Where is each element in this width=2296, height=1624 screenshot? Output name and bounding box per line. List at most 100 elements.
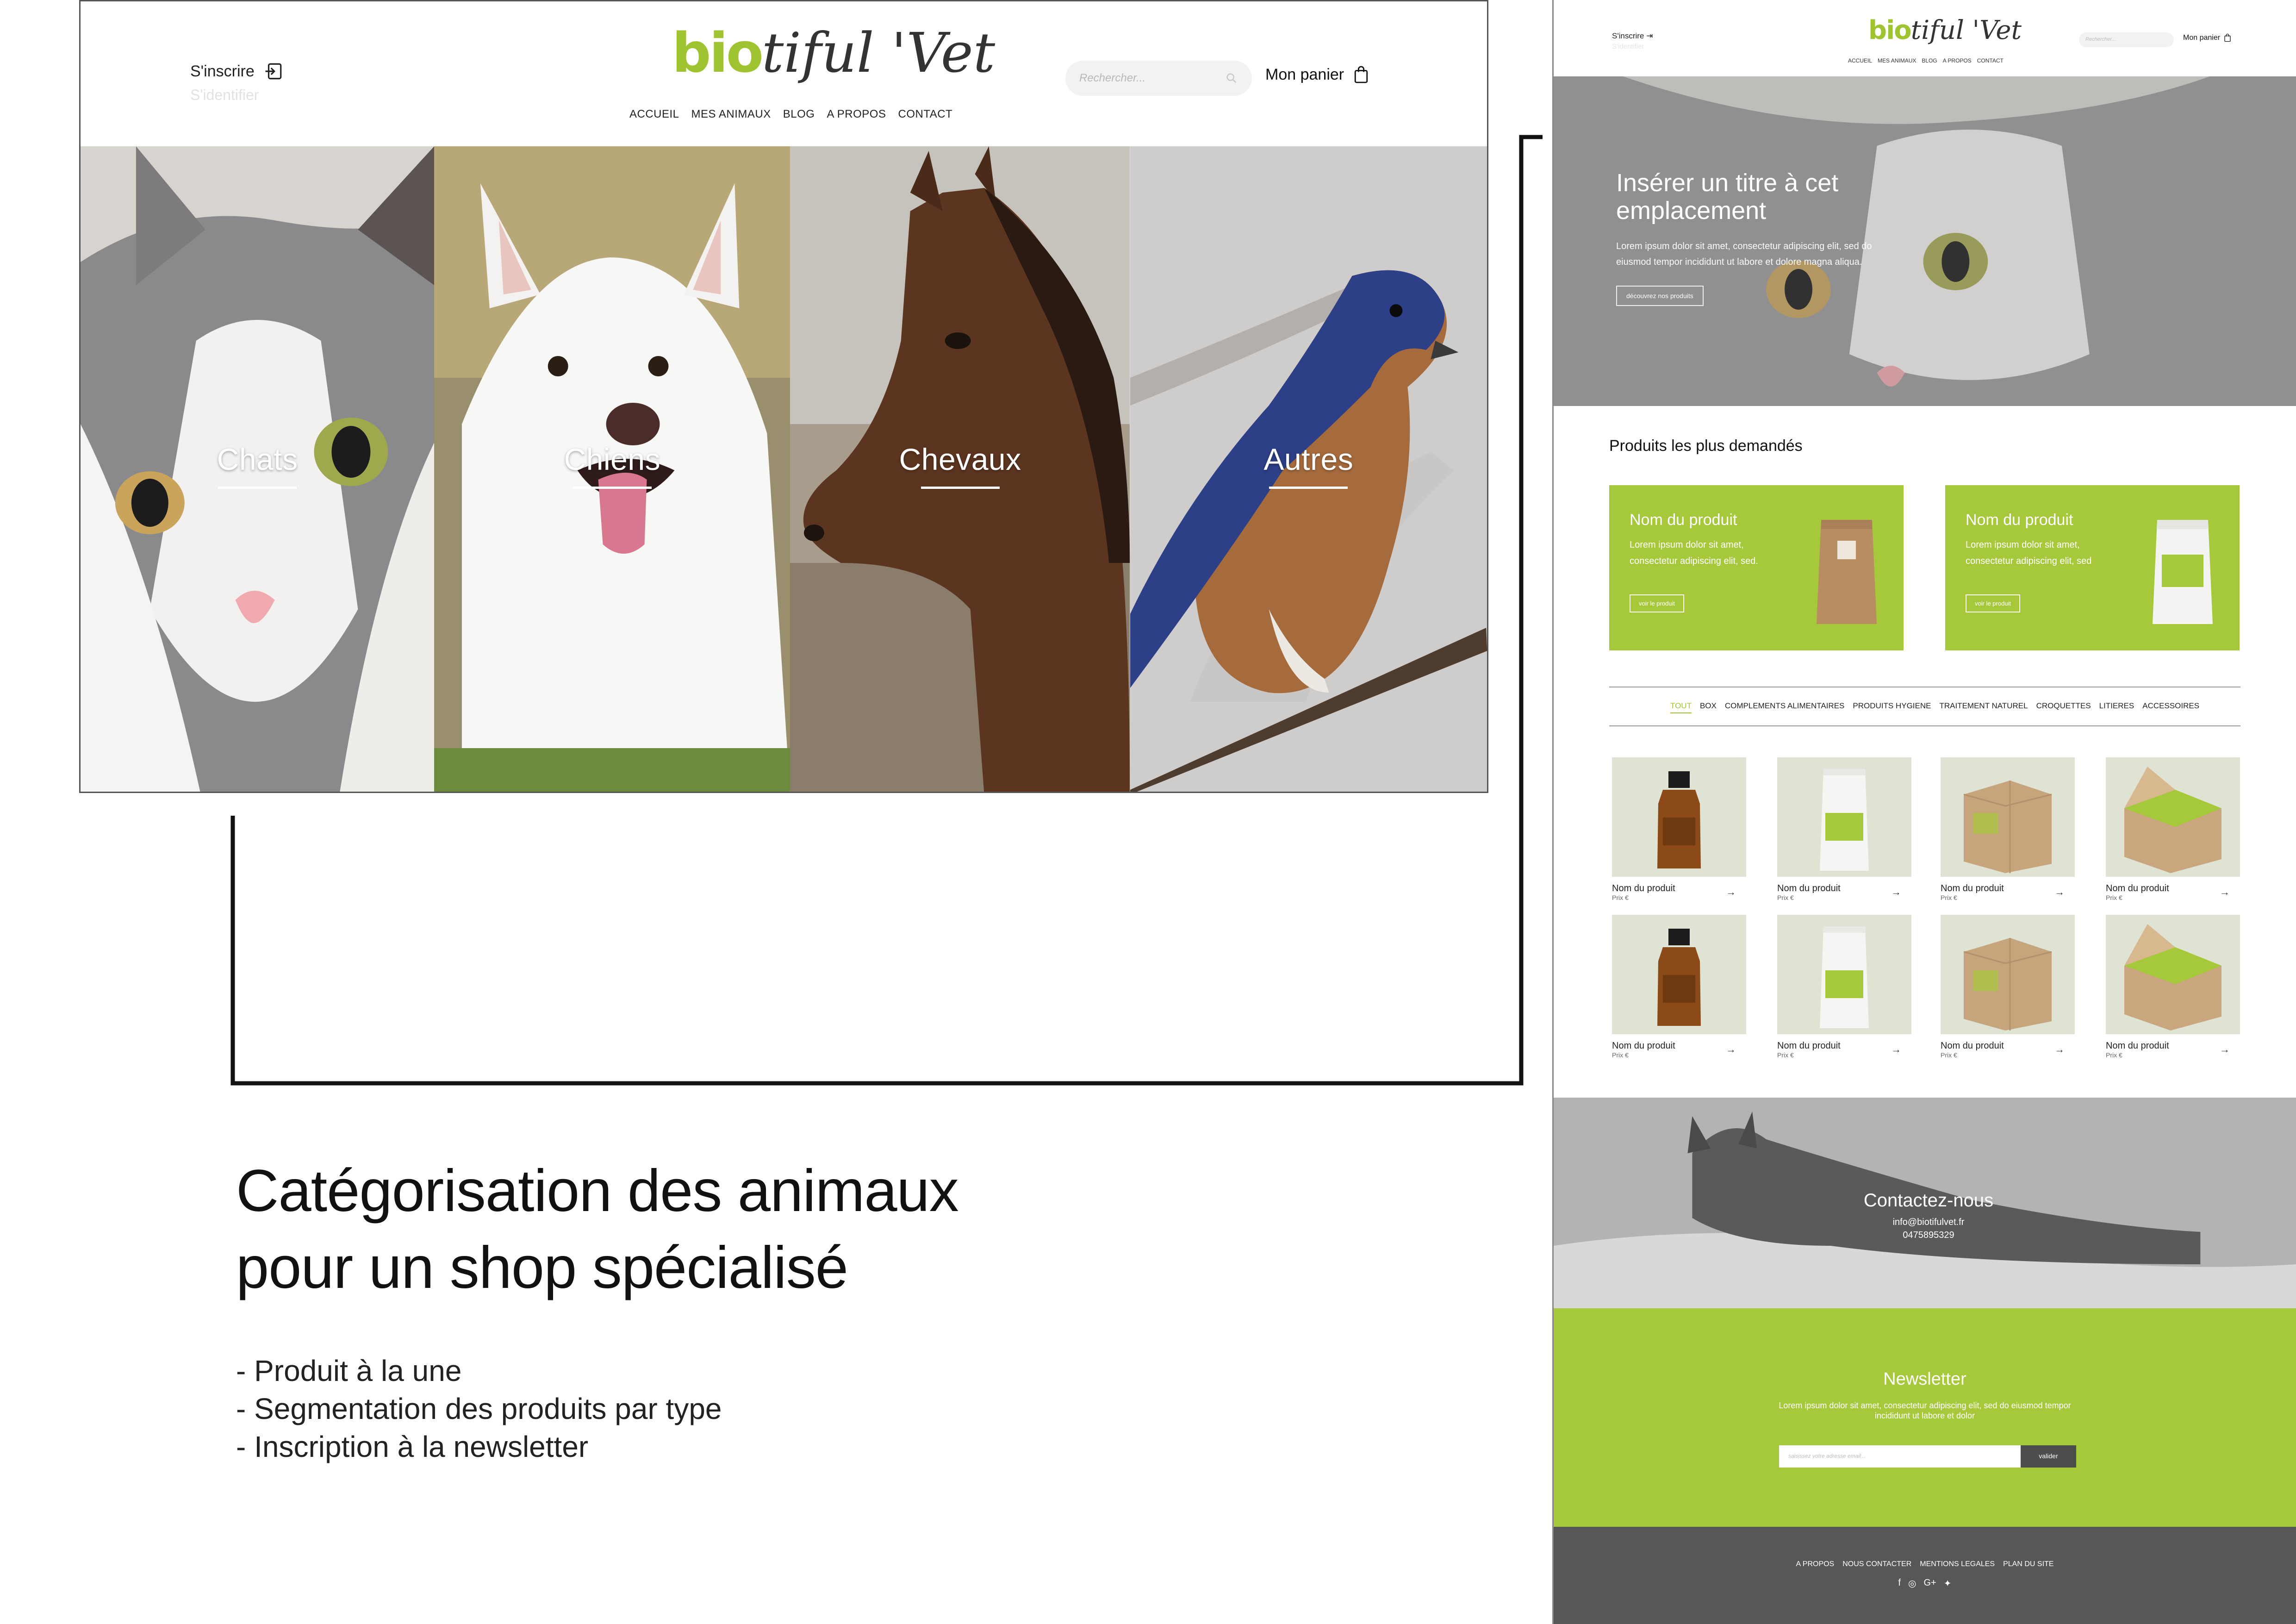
- tab-box[interactable]: BOX: [1700, 701, 1717, 713]
- twitter-icon[interactable]: ✦: [1944, 1578, 1952, 1589]
- brand-logo[interactable]: biotiful 'Vet: [1868, 18, 2022, 44]
- product-image: [1612, 757, 1746, 877]
- signup-link[interactable]: S'inscrire: [190, 62, 283, 81]
- view-product-button[interactable]: voir le produit: [1966, 594, 2021, 612]
- social-links: f ◎ G+ ✦: [1554, 1578, 2296, 1589]
- nav-item-a-propos[interactable]: A PROPOS: [827, 108, 886, 121]
- newsletter-submit-button[interactable]: valider: [2021, 1445, 2076, 1468]
- bottle-image: [1612, 915, 1746, 1034]
- full-page-mockup: S'inscrire ⇥ S'identifier biotiful 'Vet …: [1552, 0, 2296, 1624]
- category-underline: [218, 487, 297, 489]
- category-tile-chevaux[interactable]: Chevaux: [790, 146, 1130, 792]
- contact-email[interactable]: info@biotifulvet.fr: [1893, 1217, 1965, 1227]
- footer-links: A PROPOS NOUS CONTACTER MENTIONS LEGALES…: [1554, 1560, 2296, 1568]
- category-tile-autres[interactable]: Autres: [1130, 146, 1487, 792]
- product-image: [1941, 915, 2075, 1034]
- contact-phone[interactable]: 0475895329: [1903, 1230, 1954, 1240]
- arrow-right-icon[interactable]: →: [2220, 1043, 2230, 1056]
- featured-product-card[interactable]: Nom du produit Lorem ipsum dolor sit ame…: [1945, 485, 2240, 650]
- product-image: [1941, 757, 2075, 877]
- nav-item-blog[interactable]: BLOG: [783, 108, 815, 121]
- view-product-button[interactable]: voir le produit: [1630, 594, 1685, 612]
- search-icon[interactable]: [1225, 72, 1238, 85]
- cart-label: Mon panier: [1265, 65, 1344, 83]
- category-underline: [921, 487, 1000, 489]
- category-tile-chats[interactable]: Chats: [81, 146, 435, 792]
- product-image: [1777, 757, 1911, 877]
- arrow-right-icon[interactable]: →: [2220, 886, 2230, 898]
- category-tile-chiens[interactable]: Chiens: [434, 146, 790, 792]
- signin-icon: [265, 63, 282, 80]
- featured-product-card[interactable]: Nom du produit Lorem ipsum dolor sit ame…: [1609, 485, 1904, 650]
- logo-green-part: bio: [672, 21, 764, 85]
- tab-accessoires[interactable]: ACCESSOIRES: [2142, 701, 2199, 713]
- caption-bullet: - Inscription à la newsletter: [236, 1430, 589, 1463]
- product-card[interactable]: Nom du produit Prix € →: [1777, 757, 1911, 901]
- arrow-right-icon[interactable]: →: [1726, 886, 1736, 898]
- product-card[interactable]: Nom du produit Prix € →: [2106, 915, 2240, 1059]
- tab-tout[interactable]: TOUT: [1670, 701, 1692, 713]
- arrow-right-icon[interactable]: →: [2054, 886, 2065, 898]
- tab-complements[interactable]: COMPLEMENTS ALIMENTAIRES: [1725, 701, 1845, 713]
- featured-product-name: Nom du produit: [1966, 511, 2073, 529]
- hero-description: Lorem ipsum dolor sit amet, consectetur …: [1616, 241, 1872, 267]
- login-link[interactable]: S'identifier: [1612, 43, 1653, 50]
- product-image: [1777, 915, 1911, 1034]
- page-header: S'inscrire ⇥ S'identifier biotiful 'Vet …: [1554, 0, 2296, 76]
- main-nav: ACCUEIL MES ANIMAUX BLOG A PROPOS CONTAC…: [1848, 57, 2004, 64]
- project-caption: Catégorisation des animaux pour un shop …: [236, 1153, 959, 1466]
- hero-cta-button[interactable]: découvrez nos produits: [1616, 286, 1704, 306]
- nav-item-mes-animaux[interactable]: MES ANIMAUX: [1878, 57, 1916, 64]
- auth-links: S'inscrire ⇥ S'identifier: [1612, 31, 1653, 50]
- footer-link-a-propos[interactable]: A PROPOS: [1796, 1560, 1835, 1568]
- footer-link-plan[interactable]: PLAN DU SITE: [2003, 1560, 2053, 1568]
- instagram-icon[interactable]: ◎: [1908, 1578, 1916, 1589]
- nav-item-blog[interactable]: BLOG: [1922, 57, 1937, 64]
- hero-banner: Insérer un titre à cet emplacement Lorem…: [1554, 76, 2296, 406]
- product-card[interactable]: Nom du produit Prix € →: [2106, 757, 2240, 901]
- product-card[interactable]: Nom du produit Prix € →: [1941, 757, 2075, 901]
- nav-item-a-propos[interactable]: A PROPOS: [1943, 57, 1972, 64]
- search-input[interactable]: Rechercher...: [1065, 61, 1252, 96]
- nav-item-accueil[interactable]: ACCUEIL: [629, 108, 679, 121]
- tab-hygiene[interactable]: PRODUITS HYGIENE: [1853, 701, 1931, 713]
- cart-button[interactable]: Mon panier: [1265, 65, 1369, 84]
- newsletter-email-field[interactable]: saisissez votre adresse email...: [1779, 1445, 2021, 1468]
- cart-label: Mon panier: [2183, 33, 2221, 42]
- brand-logo[interactable]: biotiful 'Vet: [672, 25, 995, 80]
- product-card[interactable]: Nom du produit Prix € →: [1777, 915, 1911, 1059]
- page-footer: A PROPOS NOUS CONTACTER MENTIONS LEGALES…: [1554, 1527, 2296, 1624]
- contact-text: Contactez-nous info@biotifulvet.fr 047589…: [1651, 1190, 2206, 1242]
- nav-item-contact[interactable]: CONTACT: [1977, 57, 2004, 64]
- tab-traitement[interactable]: TRAITEMENT NATUREL: [1939, 701, 2028, 713]
- footer-link-nous-contacter[interactable]: NOUS CONTACTER: [1842, 1560, 1911, 1568]
- search-input[interactable]: Rechercher...: [2079, 32, 2174, 47]
- white-pouch-image: [2153, 520, 2213, 624]
- category-label: Chevaux: [899, 442, 1021, 476]
- nav-item-accueil[interactable]: ACCUEIL: [1848, 57, 1872, 64]
- category-mockup: S'inscrire S'identifier biotiful 'Vet AC…: [79, 0, 1488, 793]
- signup-link[interactable]: S'inscrire ⇥: [1612, 31, 1653, 41]
- product-card[interactable]: Nom du produit Prix € →: [1612, 757, 1746, 901]
- product-image: [2106, 757, 2240, 877]
- product-card[interactable]: Nom du produit Prix € →: [1612, 915, 1746, 1059]
- newsletter-text: Lorem ipsum dolor sit amet, consectetur …: [1779, 1401, 2071, 1420]
- google-plus-icon[interactable]: G+: [1924, 1578, 1936, 1589]
- box-image: [1941, 757, 2075, 877]
- arrow-right-icon[interactable]: →: [1726, 1043, 1736, 1056]
- cart-button[interactable]: Mon panier: [2183, 33, 2231, 42]
- caption-bullets: - Produit à la une - Segmentation des pr…: [236, 1352, 958, 1466]
- nav-item-mes-animaux[interactable]: MES ANIMAUX: [691, 108, 771, 121]
- login-link[interactable]: S'identifier: [190, 87, 283, 104]
- tab-litieres[interactable]: LITIERES: [2099, 701, 2134, 713]
- arrow-right-icon[interactable]: →: [1891, 1043, 1901, 1056]
- nav-item-contact[interactable]: CONTACT: [898, 108, 952, 121]
- facebook-icon[interactable]: f: [1898, 1578, 1901, 1589]
- product-card[interactable]: Nom du produit Prix € →: [1941, 915, 2075, 1059]
- hero-title: Insérer un titre à cet emplacement: [1616, 169, 1839, 225]
- footer-link-mentions[interactable]: MENTIONS LEGALES: [1920, 1560, 1995, 1568]
- arrow-right-icon[interactable]: →: [2054, 1043, 2065, 1056]
- pouch-image: [1777, 915, 1911, 1034]
- arrow-right-icon[interactable]: →: [1891, 886, 1901, 898]
- tab-croquettes[interactable]: CROQUETTES: [2036, 701, 2091, 713]
